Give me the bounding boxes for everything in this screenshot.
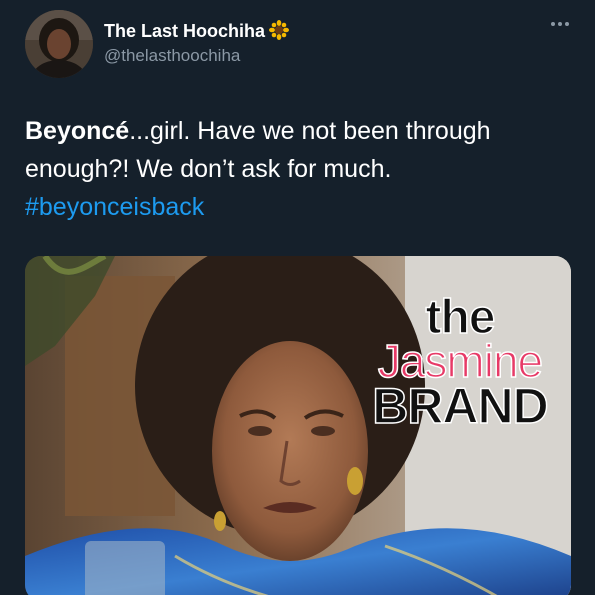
tweet-media-image[interactable] bbox=[25, 256, 571, 595]
more-dot-icon bbox=[565, 22, 569, 26]
display-name[interactable]: The Last Hoochiha bbox=[104, 20, 290, 45]
tweet-text-bold: Beyoncé bbox=[25, 117, 130, 145]
avatar-image bbox=[25, 10, 93, 78]
sunflower-icon bbox=[269, 20, 290, 45]
hashtag-link[interactable]: #beyonceisback bbox=[25, 193, 204, 221]
tweet-card: The Last Hoochiha @thelasthoochiha Beyon… bbox=[0, 0, 595, 595]
avatar[interactable] bbox=[25, 10, 93, 78]
media-photo bbox=[25, 256, 571, 595]
more-options-button[interactable] bbox=[551, 22, 569, 26]
display-name-text: The Last Hoochiha bbox=[104, 21, 266, 41]
more-dot-icon bbox=[551, 22, 555, 26]
tweet-text: Beyoncé...girl. Have we not been through… bbox=[25, 112, 575, 226]
more-dot-icon bbox=[558, 22, 562, 26]
user-handle[interactable]: @thelasthoochiha bbox=[104, 46, 240, 66]
